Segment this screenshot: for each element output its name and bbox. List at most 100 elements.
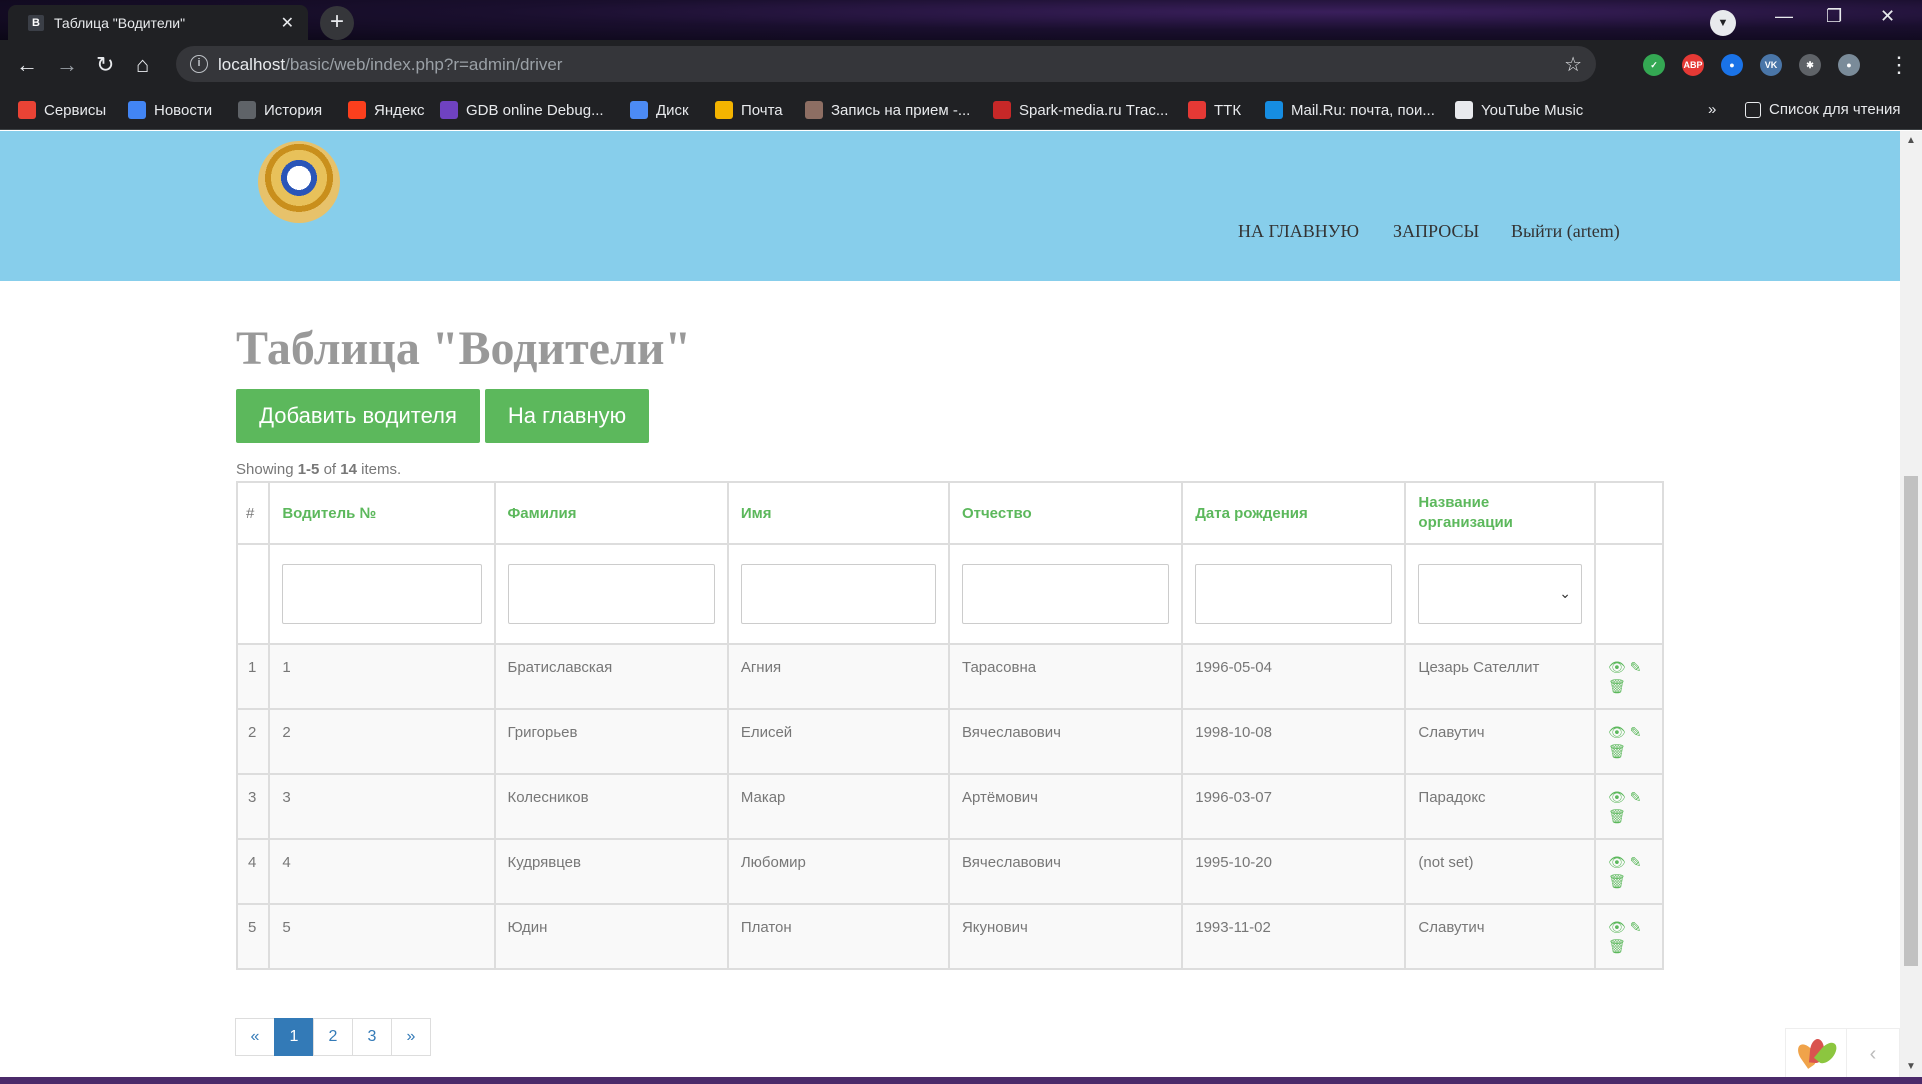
new-tab-button[interactable]: + [320, 6, 354, 40]
browser-tab-strip: B Таблица "Водители" ✕ + ▼ — ❐ ✕ [0, 0, 1922, 40]
bookmark-item[interactable]: Яндекс [348, 101, 424, 119]
reading-list-icon [1745, 102, 1761, 118]
scrollbar-thumb[interactable] [1904, 476, 1918, 966]
view-eye-icon[interactable]: 👁 [1608, 789, 1626, 806]
cell-first-name: Любомир [726, 838, 950, 905]
bookmark-label: Яндекс [374, 102, 425, 119]
column-header-index: # [235, 481, 271, 545]
bookmark-item[interactable]: Mail.Ru: почта, пои... [1265, 101, 1435, 119]
restore-icon[interactable]: ❐ [1826, 6, 1842, 27]
first-name-filter-input[interactable] [740, 564, 936, 624]
last-name-filter-input[interactable] [507, 564, 715, 624]
browser-menu-icon[interactable]: ⋮ [1888, 52, 1910, 78]
bookmark-item[interactable]: Новости [128, 101, 212, 119]
pagination-prev-button[interactable]: « [235, 1018, 275, 1056]
cell-index: 4 [235, 838, 271, 905]
bookmark-item[interactable]: ТТК [1188, 101, 1241, 119]
bookmark-label: GDB online Debug... [466, 102, 604, 119]
cell-birth-date: 1996-05-04 [1181, 643, 1407, 710]
delete-trash-icon[interactable]: 🗑 [1608, 873, 1626, 890]
column-header-birth-date[interactable]: Дата рождения [1181, 481, 1407, 545]
bookmark-item[interactable]: Запись на прием -... [805, 101, 970, 119]
window-close-icon[interactable]: ✕ [1880, 6, 1895, 27]
cell-last-name: Братиславская [493, 643, 729, 710]
nav-logout-link[interactable]: Выйти (artem) [1511, 221, 1620, 242]
cell-organization: Славутич [1404, 903, 1596, 970]
cell-last-name: Юдин [493, 903, 729, 970]
nav-requests-link[interactable]: ЗАПРОСЫ [1393, 221, 1479, 242]
bookmark-item[interactable]: Сервисы [18, 101, 106, 119]
pagination-page-1[interactable]: 1 [274, 1018, 314, 1056]
traffic-police-emblem-icon [258, 141, 340, 223]
vk-extension-icon[interactable]: VK [1760, 54, 1782, 76]
delete-trash-icon[interactable]: 🗑 [1608, 808, 1626, 825]
column-header-first-name[interactable]: Имя [726, 481, 950, 545]
edit-pencil-icon[interactable]: ✎ [1630, 919, 1642, 936]
browser-tab[interactable]: B Таблица "Водители" ✕ [8, 5, 308, 40]
column-header-actions [1593, 481, 1665, 545]
home-button[interactable]: На главную [485, 389, 649, 443]
bookmark-item[interactable]: История [238, 101, 322, 119]
edit-pencil-icon[interactable]: ✎ [1630, 724, 1642, 741]
close-icon[interactable]: ✕ [281, 13, 294, 33]
bookmark-item[interactable]: Spark-media.ru Тгас... [993, 101, 1168, 119]
address-bar[interactable]: i localhost/basic/web/index.php?r=admin/… [176, 46, 1596, 82]
url-text[interactable]: localhost/basic/web/index.php?r=admin/dr… [218, 55, 562, 75]
minimize-icon[interactable]: — [1775, 6, 1793, 27]
pagination-page-3[interactable]: 3 [352, 1018, 392, 1056]
delete-trash-icon[interactable]: 🗑 [1608, 678, 1626, 695]
home-icon[interactable]: ⌂ [136, 52, 149, 78]
page-viewport: НА ГЛАВНУЮ ЗАПРОСЫ Выйти (artem) Таблица… [0, 131, 1900, 1077]
table-row: 3 3 Колесников Макар Артёмович 1996-03-07 Пара… [235, 773, 1665, 840]
back-icon[interactable]: ← [16, 52, 38, 78]
page-scrollbar[interactable]: ▲ ▼ [1900, 131, 1922, 1077]
reading-list-button[interactable]: Список для чтения [1745, 101, 1901, 118]
view-eye-icon[interactable]: 👁 [1608, 919, 1626, 936]
bookmarks-overflow-button[interactable]: » [1708, 101, 1716, 118]
bookmark-label: Mail.Ru: почта, пои... [1291, 102, 1435, 119]
cell-patronymic: Тарасовна [947, 643, 1184, 710]
column-header-driver-no[interactable]: Водитель № [268, 481, 496, 545]
tab-title: Таблица "Водители" [54, 15, 186, 31]
edit-pencil-icon[interactable]: ✎ [1630, 854, 1642, 871]
table-header-row: # Водитель № Фамилия Имя Отчество Дата р… [235, 481, 1665, 545]
forward-icon[interactable]: → [56, 52, 78, 78]
pagination-page-2[interactable]: 2 [313, 1018, 353, 1056]
disk-icon [630, 101, 648, 119]
driver-no-filter-input[interactable] [282, 564, 482, 624]
bookmark-item[interactable]: Диск [630, 101, 689, 119]
scroll-down-icon[interactable]: ▼ [1906, 1061, 1916, 1072]
organization-filter-select[interactable]: ⌄ [1418, 564, 1582, 624]
shield-extension-icon[interactable]: ✓ [1643, 54, 1665, 76]
view-eye-icon[interactable]: 👁 [1608, 659, 1626, 676]
site-info-icon[interactable]: i [190, 55, 208, 73]
blue-extension-icon[interactable]: ● [1721, 54, 1743, 76]
view-eye-icon[interactable]: 👁 [1608, 854, 1626, 871]
adblock-extension-icon[interactable]: ABP [1682, 54, 1704, 76]
nav-home-link[interactable]: НА ГЛАВНУЮ [1238, 221, 1359, 242]
tab-search-icon[interactable]: ▼ [1710, 10, 1736, 36]
edit-pencil-icon[interactable]: ✎ [1630, 789, 1642, 806]
patronymic-filter-input[interactable] [961, 564, 1170, 624]
birth-date-filter-input[interactable] [1195, 564, 1393, 624]
delete-trash-icon[interactable]: 🗑 [1608, 743, 1626, 760]
column-header-organization[interactable]: Название организации [1404, 481, 1596, 545]
bookmark-label: Почта [741, 102, 783, 119]
edit-pencil-icon[interactable]: ✎ [1630, 659, 1642, 676]
delete-trash-icon[interactable]: 🗑 [1608, 938, 1626, 955]
puzzle-extension-icon[interactable]: ✱ [1799, 54, 1821, 76]
add-driver-button[interactable]: Добавить водителя [236, 389, 480, 443]
column-header-last-name[interactable]: Фамилия [493, 481, 729, 545]
profile-avatar[interactable]: ● [1838, 54, 1860, 76]
yii-debug-toolbar-logo[interactable] [1785, 1028, 1847, 1077]
pagination-next-button[interactable]: » [391, 1018, 431, 1056]
reload-icon[interactable]: ↻ [96, 52, 114, 78]
bookmark-item[interactable]: Почта [715, 101, 783, 119]
bookmark-item[interactable]: GDB online Debug... [440, 101, 604, 119]
bookmark-star-icon[interactable]: ☆ [1564, 52, 1582, 77]
scroll-up-icon[interactable]: ▲ [1906, 135, 1916, 146]
column-header-patronymic[interactable]: Отчество [947, 481, 1184, 545]
view-eye-icon[interactable]: 👁 [1608, 724, 1626, 741]
debug-toolbar-collapse-icon[interactable]: ‹ [1846, 1028, 1900, 1077]
bookmark-item[interactable]: YouTube Music [1455, 101, 1583, 119]
